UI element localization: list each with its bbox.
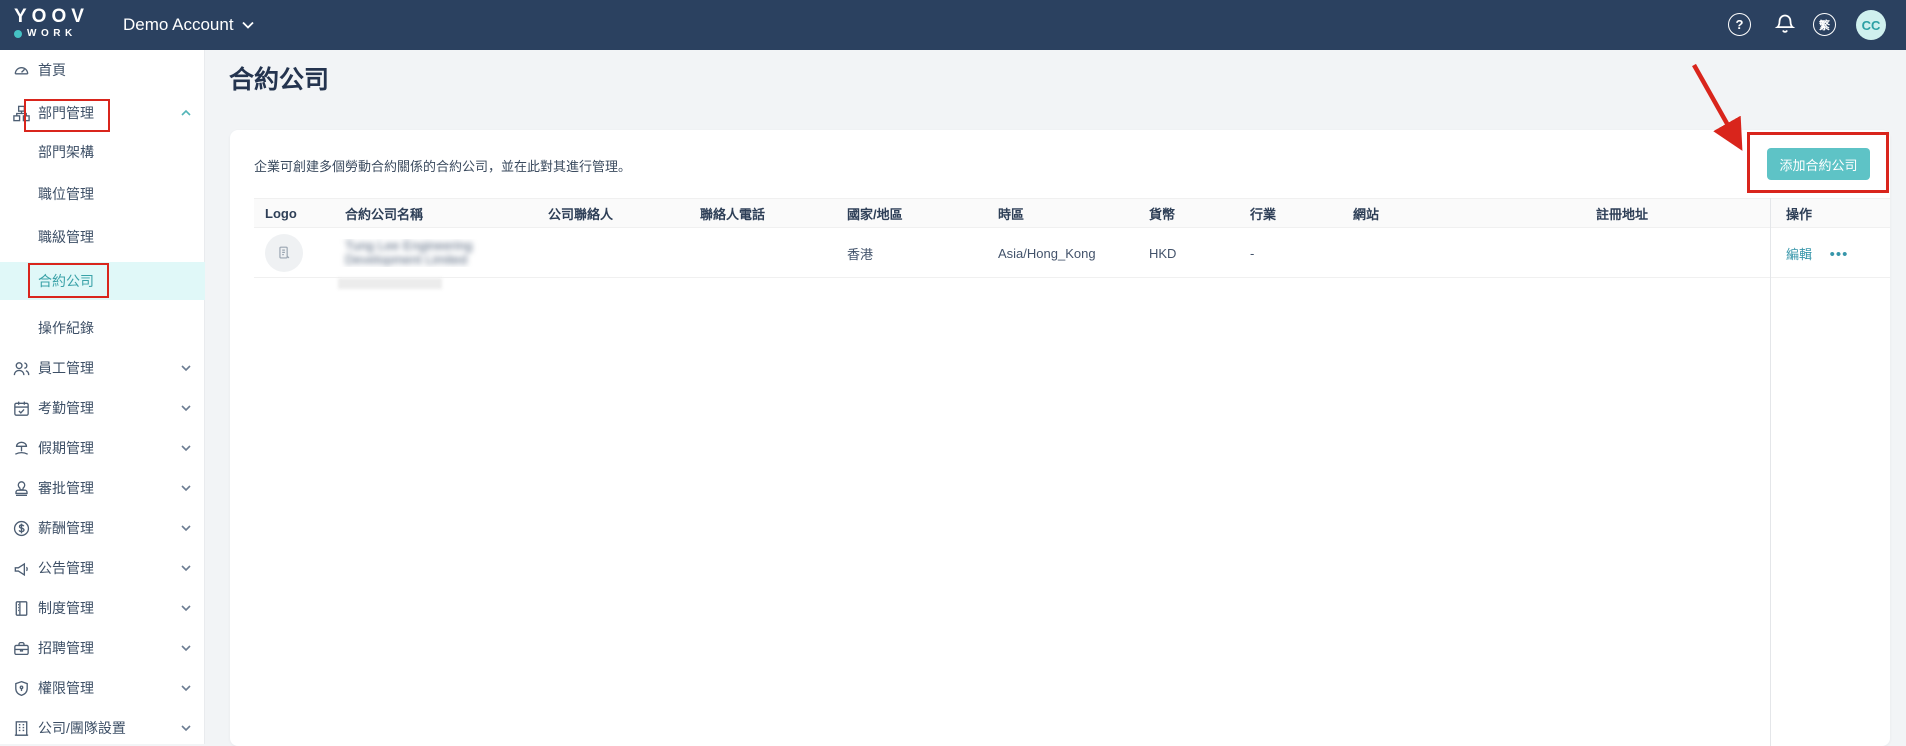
- sidebar-subitem-label: 合約公司: [38, 273, 94, 289]
- sidebar-item-label: 假期管理: [38, 440, 94, 456]
- calendar-check-icon: [12, 399, 31, 418]
- column-header-logo: Logo: [265, 205, 297, 221]
- sidebar-item-company-team-settings[interactable]: 公司/團隊設置: [0, 711, 205, 745]
- table-row: Tung Lee Engineering Development Limited…: [254, 229, 1890, 278]
- sidebar-subitem-position-management[interactable]: 職位管理: [0, 177, 205, 211]
- notifications-bell-icon[interactable]: [1773, 12, 1797, 38]
- chevron-down-icon: [180, 522, 192, 534]
- cell-timezone: Asia/Hong_Kong: [998, 245, 1096, 261]
- account-name: Demo Account: [123, 15, 234, 34]
- logo-text-work: WORK: [27, 28, 77, 39]
- cell-country: 香港: [847, 246, 874, 262]
- sidebar-item-label: 權限管理: [38, 680, 94, 696]
- chevron-down-icon: [180, 482, 192, 494]
- logo-dot-icon: [14, 29, 22, 38]
- sidebar-item-attendance-management[interactable]: 考勤管理: [0, 391, 205, 425]
- chevron-down-icon: [180, 682, 192, 694]
- sidebar-subitem-label: 職級管理: [38, 229, 94, 245]
- chevron-down-icon: [180, 642, 192, 654]
- avatar-initials: CC: [1856, 10, 1886, 40]
- column-header-contact: 公司聯絡人: [548, 206, 614, 222]
- sidebar-item-label: 招聘管理: [38, 640, 94, 656]
- column-header-website: 網站: [1353, 206, 1380, 222]
- sidebar-subitem-contract-company[interactable]: 合約公司: [0, 262, 205, 300]
- org-chart-icon: [12, 104, 31, 123]
- dashboard-icon: [12, 61, 31, 80]
- column-header-industry: 行業: [1250, 206, 1277, 222]
- sidebar-subitem-label: 部門架構: [38, 144, 94, 160]
- page-title: 合約公司: [229, 66, 330, 94]
- sidebar-item-label: 公告管理: [38, 560, 94, 576]
- sidebar-item-label: 首頁: [38, 62, 66, 78]
- column-header-country: 國家/地區: [847, 206, 903, 222]
- content-card: 企業可創建多個勞動合約關係的合約公司，並在此對其進行管理。 添加合約公司 Log…: [230, 130, 1890, 746]
- add-contract-company-button[interactable]: 添加合約公司: [1767, 148, 1870, 180]
- vacation-icon: [12, 439, 31, 458]
- page-description: 企業可創建多個勞動合約關係的合約公司，並在此對其進行管理。: [254, 159, 632, 174]
- sidebar-item-policy-management[interactable]: 制度管理: [0, 591, 205, 625]
- sidebar-item-home[interactable]: 首頁: [0, 53, 205, 87]
- column-header-phone: 聯絡人電話: [700, 206, 766, 222]
- column-header-timezone: 時區: [998, 206, 1025, 222]
- cell-currency: HKD: [1149, 245, 1177, 261]
- briefcase-icon: [12, 639, 31, 658]
- edit-link[interactable]: 編輯: [1786, 247, 1812, 262]
- chevron-down-icon: [180, 602, 192, 614]
- chevron-down-icon: [180, 362, 192, 374]
- sidebar-item-label: 公司/團隊設置: [38, 720, 126, 736]
- sidebar-item-employee-management[interactable]: 員工管理: [0, 351, 205, 385]
- sidebar-item-department-management[interactable]: 部門管理: [0, 96, 205, 130]
- chevron-down-icon: [180, 722, 192, 734]
- column-header-company-name: 合約公司名稱: [345, 206, 424, 222]
- sidebar-nav: 首頁 部門管理 部門架構 職位管理 職級管理 合約公司 操作紀錄 員工管理 考勤…: [0, 50, 205, 744]
- top-header-bar: YOOV WORK Demo Account ? 繁 CC: [0, 0, 1906, 50]
- sidebar-item-permission-management[interactable]: 權限管理: [0, 671, 205, 705]
- company-logo-placeholder: [265, 234, 303, 272]
- sidebar-subitem-department-structure[interactable]: 部門架構: [0, 135, 205, 169]
- shield-lock-icon: [12, 679, 31, 698]
- column-header-actions: 操作: [1786, 206, 1813, 222]
- building-icon: [12, 719, 31, 738]
- sidebar-item-label: 員工管理: [38, 360, 94, 376]
- language-icon[interactable]: 繁: [1813, 13, 1836, 36]
- sidebar-item-label: 考勤管理: [38, 400, 94, 416]
- sidebar-subitem-grade-management[interactable]: 職級管理: [0, 220, 205, 254]
- chevron-down-icon: [180, 562, 192, 574]
- user-avatar[interactable]: CC: [1856, 10, 1886, 40]
- help-icon[interactable]: ?: [1728, 13, 1751, 36]
- more-actions-icon[interactable]: •••: [1830, 246, 1849, 263]
- redaction-blur-patch: [338, 278, 442, 289]
- sidebar-item-label: 審批管理: [38, 480, 94, 496]
- chevron-up-icon: [180, 107, 192, 119]
- book-icon: [12, 599, 31, 618]
- sidebar-item-approval-management[interactable]: 審批管理: [0, 471, 205, 505]
- column-header-currency: 貨幣: [1149, 206, 1176, 222]
- table-header-row: Logo 合約公司名稱 公司聯絡人 聯絡人電話 國家/地區 時區 貨幣 行業 網…: [254, 198, 1890, 228]
- account-switcher[interactable]: Demo Account: [123, 0, 254, 50]
- stamp-icon: [12, 479, 31, 498]
- sidebar-item-announcement-management[interactable]: 公告管理: [0, 551, 205, 585]
- megaphone-icon: [12, 559, 31, 578]
- yoov-logo[interactable]: YOOV WORK: [14, 7, 89, 39]
- sidebar-item-recruitment-management[interactable]: 招聘管理: [0, 631, 205, 665]
- company-name-redacted: Tung Lee Engineering Development Limited: [345, 239, 473, 267]
- team-icon: [12, 359, 31, 378]
- sidebar-item-label: 部門管理: [38, 105, 94, 121]
- sidebar-subitem-label: 職位管理: [38, 186, 94, 202]
- cell-industry: -: [1250, 245, 1255, 261]
- fixed-column-divider: [1770, 198, 1771, 746]
- sidebar-item-label: 薪酬管理: [38, 520, 94, 536]
- sidebar-item-label: 制度管理: [38, 600, 94, 616]
- sidebar-subitem-operation-records[interactable]: 操作紀錄: [0, 311, 205, 345]
- logo-text-yoov: YOOV: [14, 6, 89, 27]
- dollar-circle-icon: [12, 519, 31, 538]
- chevron-down-icon: [180, 442, 192, 454]
- sidebar-item-payroll-management[interactable]: 薪酬管理: [0, 511, 205, 545]
- sidebar-item-leave-management[interactable]: 假期管理: [0, 431, 205, 465]
- chevron-down-icon: [241, 21, 254, 29]
- column-header-address: 註冊地址: [1596, 206, 1649, 222]
- sidebar-subitem-label: 操作紀錄: [38, 320, 94, 336]
- chevron-down-icon: [180, 402, 192, 414]
- document-icon: [279, 246, 290, 259]
